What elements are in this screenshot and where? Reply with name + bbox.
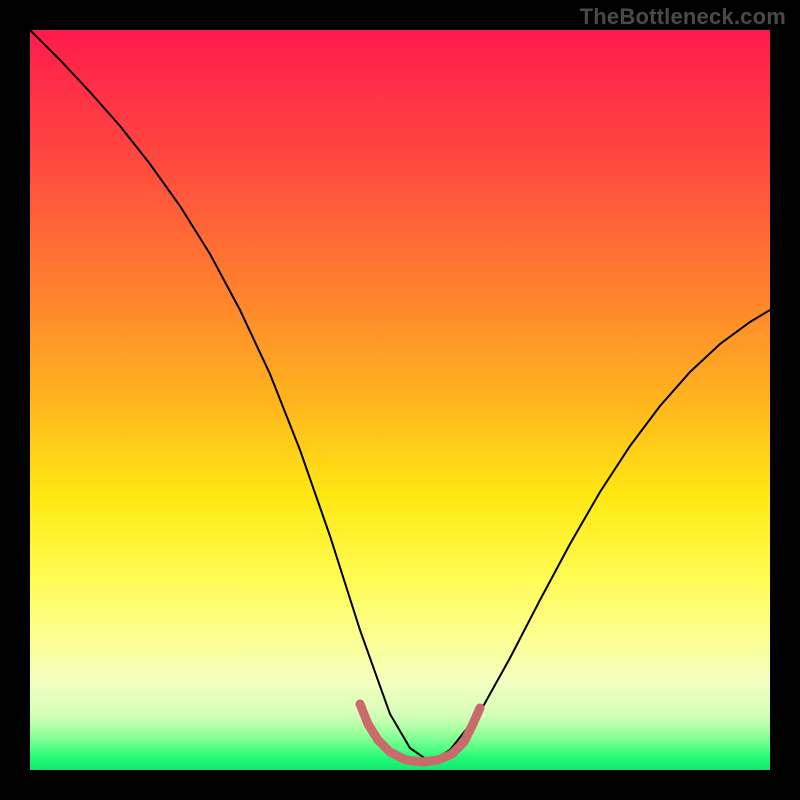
plot-area	[30, 30, 770, 770]
watermark-text: TheBottleneck.com	[580, 4, 786, 30]
chart-frame: TheBottleneck.com	[0, 0, 800, 800]
tip-highlight	[360, 704, 480, 762]
main-curve	[30, 30, 770, 762]
curve-layer	[30, 30, 770, 770]
